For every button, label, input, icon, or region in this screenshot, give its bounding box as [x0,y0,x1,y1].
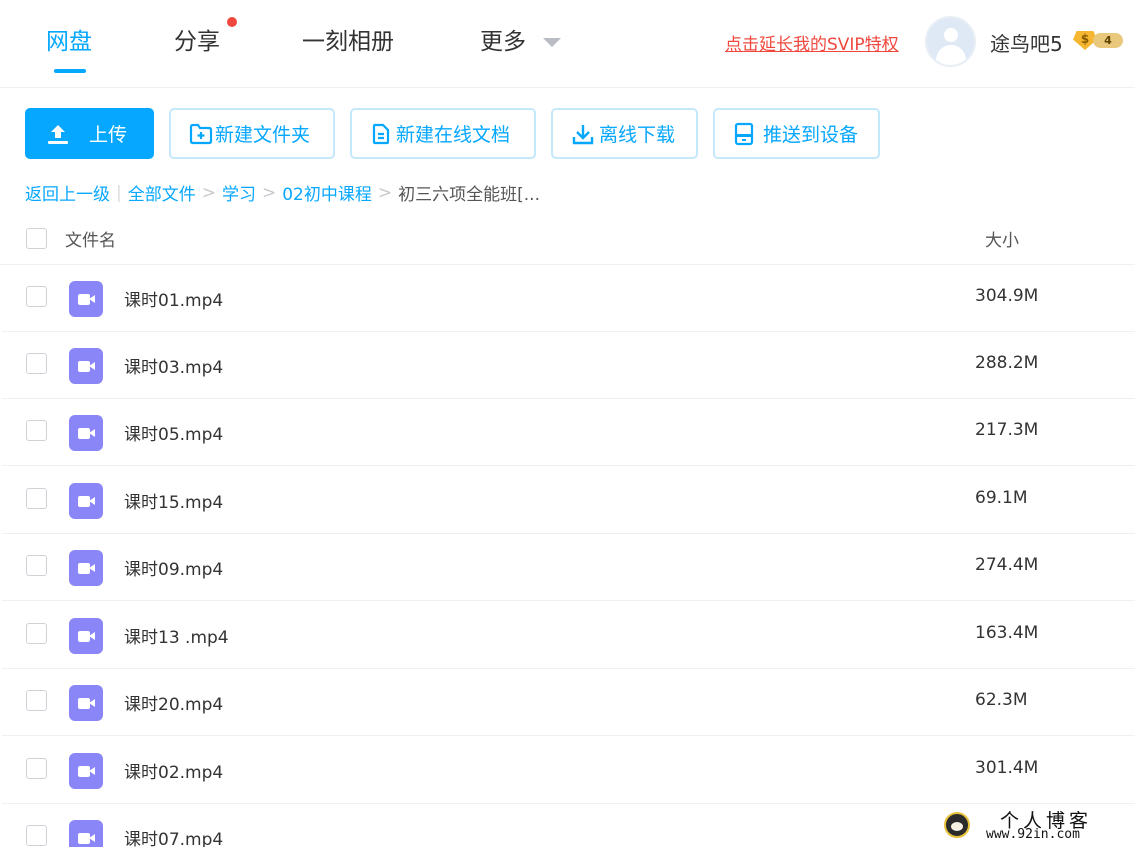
video-file-icon [69,618,103,654]
file-size: 217.3M [975,420,1039,440]
file-name[interactable]: 课时05.mp4 [124,420,223,445]
watermark-url: www.92in.com [986,827,1080,842]
breadcrumb: 返回上一级 | 全部文件 > 学习 > 02初中课程 > 初三六项全能班[... [25,180,540,206]
file-name[interactable]: 课时02.mp4 [124,758,223,783]
row-checkbox[interactable] [26,623,47,644]
breadcrumb-item-all-files[interactable]: 全部文件 [128,180,196,205]
table-row[interactable]: 课时02.mp4 301.4M [2,737,1135,804]
row-checkbox[interactable] [26,286,47,307]
breadcrumb-separator: > [201,182,216,203]
file-name[interactable]: 课时07.mp4 [124,825,223,847]
back-link[interactable]: 返回上一级 [25,180,110,205]
blog-watermark: 个人博客 www.92in.com [944,806,1129,846]
offline-download-button[interactable]: 离线下载 [551,108,698,159]
tab-more[interactable]: 更多 [480,22,526,56]
select-all-checkbox[interactable] [26,228,47,249]
file-name[interactable]: 课时01.mp4 [124,286,223,311]
file-size: 163.4M [975,623,1039,643]
table-row[interactable]: 课时01.mp4 304.9M [2,265,1135,332]
new-folder-label: 新建文件夹 [215,124,311,146]
video-file-icon [69,685,103,721]
file-name[interactable]: 课时15.mp4 [124,488,223,513]
table-row[interactable]: 课时20.mp4 62.3M [2,669,1135,736]
file-name[interactable]: 课时20.mp4 [124,690,223,715]
breadcrumb-divider: | [116,182,122,203]
file-size: 301.4M [975,758,1039,778]
table-row[interactable]: 课时09.mp4 274.4M [2,534,1135,601]
upload-button[interactable]: 上传 [25,108,154,159]
video-file-icon [69,483,103,519]
table-row[interactable]: 课时13 .mp4 163.4M [2,602,1135,669]
header-file-name[interactable]: 文件名 [65,226,116,251]
row-checkbox[interactable] [26,353,47,374]
breadcrumb-item-study[interactable]: 学习 [222,180,256,205]
video-file-icon [69,820,103,847]
new-online-doc-button[interactable]: 新建在线文档 [350,108,536,159]
push-to-device-button[interactable]: 推送到设备 [713,108,880,159]
document-icon [372,123,390,144]
file-name[interactable]: 课时09.mp4 [124,555,223,580]
video-file-icon [69,281,103,317]
tab-moments-album[interactable]: 一刻相册 [302,22,394,56]
push-to-device-label: 推送到设备 [763,124,859,146]
breadcrumb-item-middle-school[interactable]: 02初中课程 [282,180,372,205]
file-size: 62.3M [975,690,1028,710]
mascot-icon [944,812,970,838]
file-size: 288.2M [975,353,1039,373]
device-icon [734,122,754,145]
breadcrumb-current: 初三六项全能班[... [398,185,540,205]
vip-level-badge: $ 4 [1073,31,1123,50]
file-size: 69.1M [975,488,1028,508]
file-name[interactable]: 课时03.mp4 [124,353,223,378]
breadcrumb-separator: > [261,182,277,203]
breadcrumb-separator: > [377,182,393,203]
chevron-down-icon[interactable] [543,38,561,47]
new-online-doc-label: 新建在线文档 [396,124,511,146]
row-checkbox[interactable] [26,488,47,509]
header-size[interactable]: 大小 [985,226,1019,251]
file-name[interactable]: 课时13 .mp4 [124,623,229,648]
table-row[interactable]: 课时15.mp4 69.1M [2,467,1135,534]
avatar[interactable] [925,16,976,67]
file-size: 274.4M [975,555,1039,575]
video-file-icon [69,348,103,384]
video-file-icon [69,753,103,789]
new-folder-button[interactable]: 新建文件夹 [169,108,335,159]
top-nav: 网盘 分享 一刻相册 更多 点击延长我的SVIP特权 途鸟吧5 $ 4 [0,0,1135,88]
row-checkbox[interactable] [26,555,47,576]
table-row[interactable]: 课时05.mp4 217.3M [2,399,1135,466]
tab-share[interactable]: 分享 [174,22,220,56]
upload-label: 上传 [89,124,128,146]
download-icon [572,124,594,144]
offline-download-label: 离线下载 [599,124,676,146]
row-checkbox[interactable] [26,825,47,846]
file-size: 304.9M [975,286,1039,306]
active-tab-indicator [54,69,86,73]
username[interactable]: 途鸟吧5 [990,28,1063,57]
table-row[interactable]: 课时03.mp4 288.2M [2,332,1135,399]
row-checkbox[interactable] [26,690,47,711]
notification-dot [227,17,237,27]
row-checkbox[interactable] [26,420,47,441]
video-file-icon [69,550,103,586]
svip-renew-link[interactable]: 点击延长我的SVIP特权 [725,30,899,55]
tab-netdisk[interactable]: 网盘 [46,22,92,56]
new-folder-icon [189,123,213,144]
file-table-header: 文件名 大小 [0,216,1135,265]
row-checkbox[interactable] [26,758,47,779]
upload-icon [48,124,68,144]
video-file-icon [69,415,103,451]
vip-level: 4 [1093,33,1123,48]
